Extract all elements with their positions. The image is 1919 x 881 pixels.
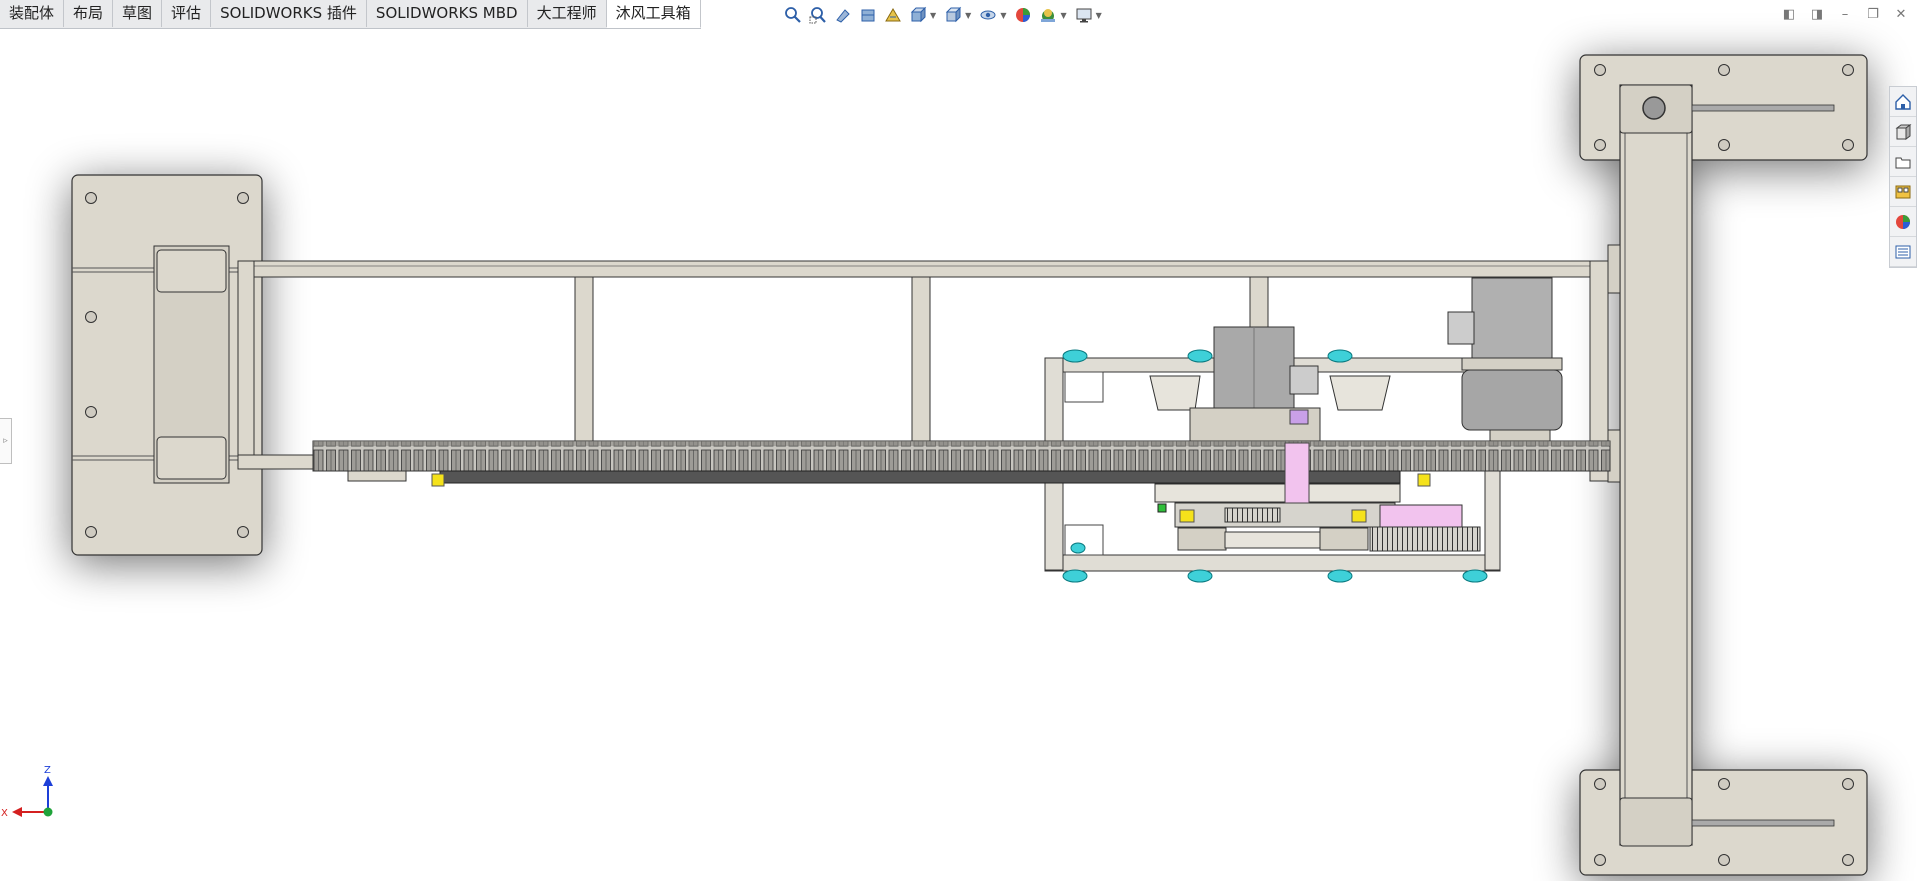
apply-scene-icon[interactable]: [1037, 4, 1059, 26]
command-manager-tabs: 装配体 布局 草图 评估 SOLIDWORKS 插件 SOLIDWORKS MB…: [0, 0, 701, 29]
file-explorer-icon[interactable]: [1890, 147, 1916, 177]
minimize-icon[interactable]: –: [1837, 6, 1853, 22]
hide-show-items-icon[interactable]: [977, 4, 999, 26]
zoom-to-area-icon[interactable]: [807, 4, 829, 26]
view-settings-icon[interactable]: [1073, 4, 1095, 26]
tab-layout[interactable]: 布局: [64, 0, 114, 27]
design-library-icon[interactable]: [1890, 117, 1916, 147]
feature-tree-flyout-handle[interactable]: ▹: [0, 418, 12, 464]
view-triad: Z X: [1, 765, 53, 819]
previous-view-icon[interactable]: [832, 4, 854, 26]
tab-sketch[interactable]: 草图: [113, 0, 163, 27]
display-style-caret-icon[interactable]: ▼: [965, 11, 971, 20]
view-orientation-caret-icon[interactable]: ▼: [930, 11, 936, 20]
zoom-to-fit-icon[interactable]: [782, 4, 804, 26]
task-pane: [1889, 86, 1917, 268]
left-base-plate: [71, 174, 263, 556]
triad-z-label: Z: [44, 765, 51, 776]
tab-solidworks-mbd[interactable]: SOLIDWORKS MBD: [367, 0, 528, 27]
dynamic-annotation-icon[interactable]: [882, 4, 904, 26]
graphics-area[interactable]: Z X: [0, 0, 1919, 881]
window-controls: ◧ ◨ – ❐ ✕: [1781, 6, 1909, 22]
drag-chain: [312, 440, 1611, 487]
solidworks-resources-icon[interactable]: [1890, 87, 1916, 117]
view-orientation-icon[interactable]: [907, 4, 929, 26]
motor-left: [1189, 326, 1321, 445]
tab-big-engineer[interactable]: 大工程师: [528, 0, 607, 27]
restore-icon[interactable]: ❐: [1865, 6, 1881, 22]
right-base-column: [1579, 54, 1868, 876]
tab-assembly[interactable]: 装配体: [0, 0, 65, 27]
tile-left-icon[interactable]: ◧: [1781, 6, 1797, 22]
custom-properties-icon[interactable]: [1890, 237, 1916, 267]
appearances-icon[interactable]: [1890, 207, 1916, 237]
close-icon[interactable]: ✕: [1893, 6, 1909, 22]
motor-right: [1447, 277, 1563, 443]
apply-scene-caret-icon[interactable]: ▼: [1060, 11, 1066, 20]
view-settings-caret-icon[interactable]: ▼: [1096, 11, 1102, 20]
tile-right-icon[interactable]: ◨: [1809, 6, 1825, 22]
hide-show-caret-icon[interactable]: ▼: [1000, 11, 1006, 20]
section-view-icon[interactable]: [857, 4, 879, 26]
view-palette-icon[interactable]: [1890, 177, 1916, 207]
tab-evaluate[interactable]: 评估: [162, 0, 212, 27]
triad-x-label: X: [1, 808, 8, 819]
display-style-icon[interactable]: [942, 4, 964, 26]
tab-solidworks-addins[interactable]: SOLIDWORKS 插件: [211, 0, 367, 27]
tab-mufeng-toolbox[interactable]: 沐风工具箱: [606, 0, 701, 28]
edit-appearance-icon[interactable]: [1012, 4, 1034, 26]
heads-up-view-toolbar: ▼ ▼ ▼ ▼ ▼: [782, 4, 1105, 26]
